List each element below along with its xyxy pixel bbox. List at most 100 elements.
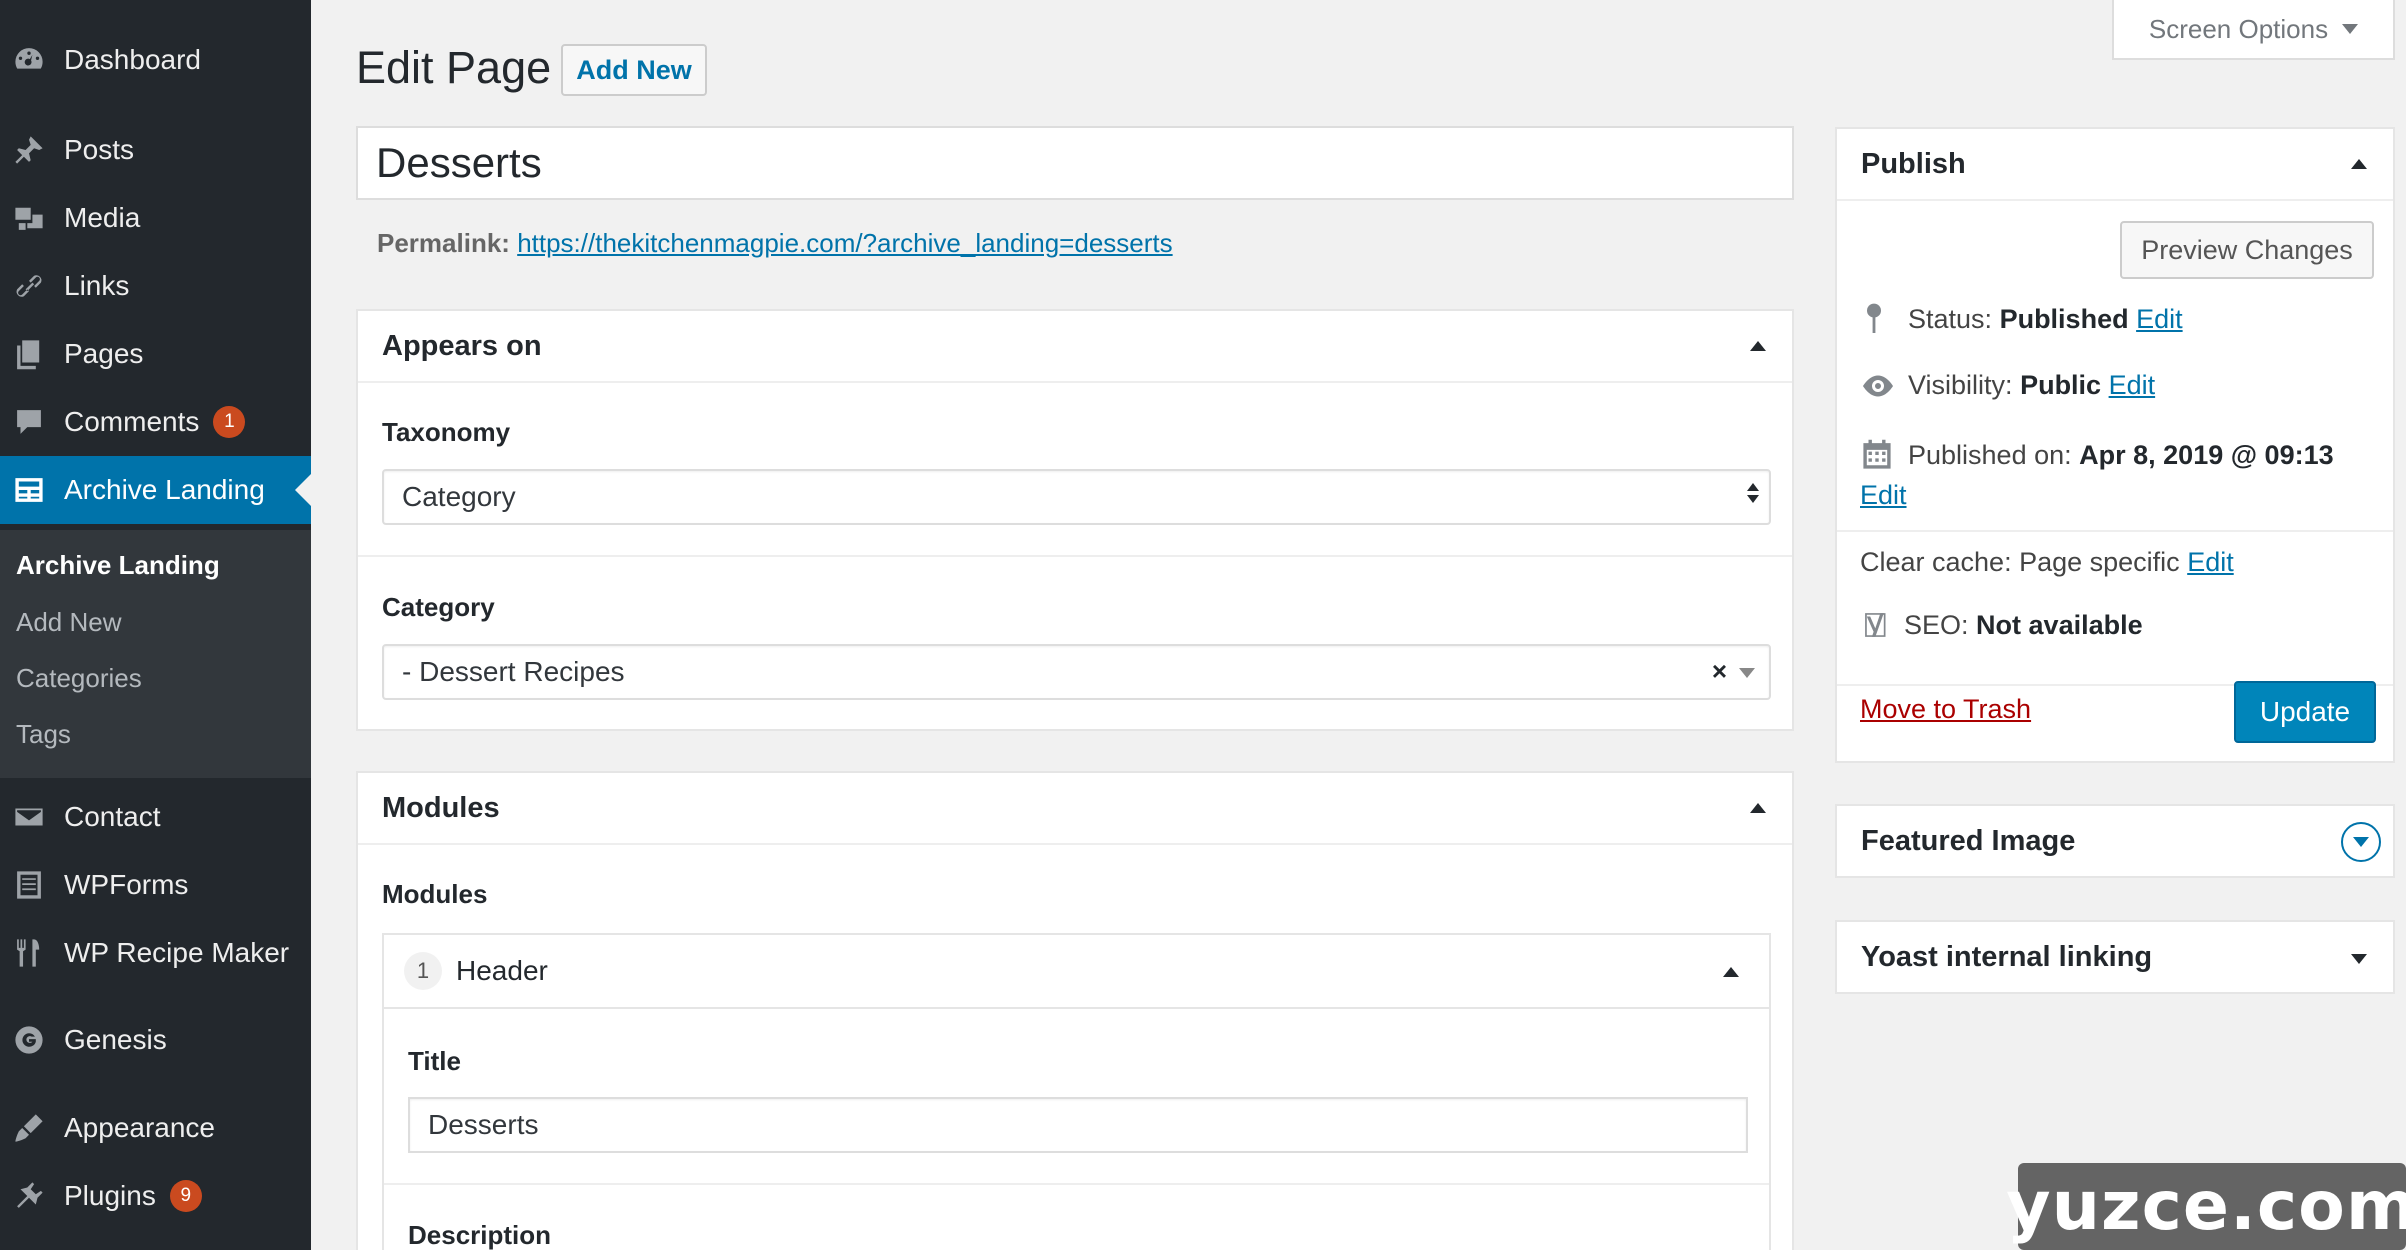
sidebar-item-label: Contact: [64, 801, 161, 832]
add-new-button[interactable]: Add New: [561, 44, 707, 96]
appears-on-box: Appears on Taxonomy Category Category - …: [356, 309, 1794, 731]
sidebar-item-label: Dashboard: [64, 44, 201, 75]
expand-circle-icon[interactable]: [2341, 822, 2381, 862]
permalink-link[interactable]: https://thekitchenmagpie.com/?archive_la…: [517, 228, 1172, 258]
pin-icon: [10, 131, 48, 169]
submenu-add-new[interactable]: Add New: [16, 607, 122, 638]
modules-title: Modules: [382, 791, 500, 824]
visibility-value: Public: [2020, 370, 2102, 400]
table-icon: [10, 471, 48, 509]
pages-icon: [10, 335, 48, 373]
category-select[interactable]: - Dessert Recipes ×: [382, 644, 1771, 700]
pin-icon: [1867, 303, 1881, 333]
chevron-down-icon[interactable]: [1739, 668, 1755, 678]
module-name: Header: [456, 955, 548, 986]
fork-knife-icon: [10, 934, 48, 972]
sidebar-item-genesis[interactable]: Genesis: [0, 1006, 311, 1074]
divider: [1837, 530, 2393, 532]
archive-landing-submenu: Archive Landing Add New Categories Tags: [0, 530, 311, 778]
sidebar-item-label: Genesis: [64, 1024, 167, 1055]
clear-cache-edit-link[interactable]: Edit: [2187, 547, 2234, 578]
publish-header[interactable]: Publish: [1837, 129, 2393, 201]
comment-icon: [10, 403, 48, 441]
seo-row: SEO: Not available: [1860, 608, 2143, 642]
collapse-arrow-icon[interactable]: [1750, 803, 1766, 813]
status-value: Published: [1999, 303, 2129, 334]
screen-options-label: Screen Options: [2148, 13, 2329, 44]
sidebar-item-archive-landing[interactable]: Archive Landing: [0, 456, 311, 524]
update-button[interactable]: Update: [2234, 681, 2376, 743]
seo-value: Not available: [1976, 609, 2143, 640]
yoast-linking-title: Yoast internal linking: [1861, 940, 2153, 973]
divider: [384, 1183, 1769, 1185]
appears-on-header[interactable]: Appears on: [358, 311, 1792, 383]
plugins-count-badge: 9: [169, 1180, 202, 1212]
sidebar-item-appearance[interactable]: Appearance: [0, 1094, 311, 1162]
sidebar-item-plugins[interactable]: Plugins 9: [0, 1162, 311, 1230]
post-title-input[interactable]: Desserts: [356, 126, 1794, 200]
sidebar-item-media[interactable]: Media: [0, 184, 311, 252]
divider: [358, 555, 1792, 557]
yoast-linking-header[interactable]: Yoast internal linking: [1837, 922, 2393, 992]
clear-cache-label: Clear cache: Page specific: [1860, 547, 2180, 577]
form-icon: [10, 866, 48, 904]
expand-arrow-icon[interactable]: [2351, 954, 2367, 964]
yoast-icon: [1865, 613, 1886, 637]
published-on-edit-link[interactable]: Edit: [1860, 480, 1907, 511]
sidebar-item-label: WPForms: [64, 869, 189, 900]
watermark: yuzce.com: [2006, 1163, 2406, 1250]
featured-image-header[interactable]: Featured Image: [1837, 806, 2393, 876]
sidebar-item-label: WP Recipe Maker: [64, 937, 290, 968]
featured-image-title: Featured Image: [1861, 824, 2076, 857]
submenu-categories[interactable]: Categories: [16, 663, 142, 694]
eye-icon: [1863, 375, 1893, 396]
media-icon: [10, 199, 48, 237]
screen-options-button[interactable]: Screen Options: [2112, 0, 2395, 60]
module-item: 1 Header Title Desserts Description: [382, 933, 1771, 1250]
envelope-icon: [10, 798, 48, 836]
move-to-trash-link[interactable]: Move to Trash: [1860, 694, 2031, 725]
collapse-arrow-icon[interactable]: [2351, 159, 2367, 169]
category-select-value: - Dessert Recipes: [402, 656, 625, 687]
sidebar-item-posts[interactable]: Posts: [0, 116, 311, 184]
featured-image-box: Featured Image: [1835, 804, 2395, 878]
module-title-label: Title: [408, 1046, 461, 1076]
status-row: Status: Published Edit: [1860, 302, 2183, 336]
sidebar-item-label: Links: [64, 270, 130, 301]
sidebar-item-dashboard[interactable]: Dashboard: [0, 26, 311, 94]
status-edit-link[interactable]: Edit: [2136, 304, 2183, 335]
module-title-input[interactable]: Desserts: [408, 1097, 1748, 1153]
sidebar-item-label: Appearance: [64, 1112, 216, 1143]
taxonomy-select-value: Category: [402, 481, 516, 512]
taxonomy-label: Taxonomy: [382, 417, 511, 447]
collapse-arrow-icon[interactable]: [1750, 341, 1766, 351]
visibility-edit-link[interactable]: Edit: [2109, 370, 2156, 401]
sidebar-item-label: Media: [64, 202, 141, 233]
sidebar-item-links[interactable]: Links: [0, 252, 311, 320]
permalink-label: Permalink:: [377, 228, 510, 258]
status-label: Status:: [1908, 303, 1993, 334]
modules-label: Modules: [382, 879, 488, 909]
modules-header[interactable]: Modules: [358, 773, 1792, 845]
seo-label: SEO:: [1904, 609, 1969, 640]
calendar-icon: [1863, 439, 1891, 469]
sidebar-item-wpforms[interactable]: WPForms: [0, 851, 311, 919]
sidebar-item-pages[interactable]: Pages: [0, 320, 311, 388]
clear-selection-icon[interactable]: ×: [1712, 656, 1727, 687]
module-header[interactable]: 1 Header: [384, 935, 1769, 1009]
visibility-label: Visibility:: [1908, 370, 2013, 400]
submenu-archive-landing[interactable]: Archive Landing: [16, 550, 220, 581]
taxonomy-select[interactable]: Category: [382, 469, 1771, 525]
sidebar-item-label: Pages: [64, 338, 144, 369]
published-edit-row: Edit: [1860, 480, 1907, 511]
sidebar-item-comments[interactable]: Comments 1: [0, 388, 311, 456]
link-icon: [10, 267, 48, 305]
caret-down-icon: [2342, 24, 2359, 34]
genesis-icon: [10, 1021, 48, 1059]
preview-changes-button[interactable]: Preview Changes: [2120, 221, 2374, 279]
submenu-tags[interactable]: Tags: [16, 719, 71, 750]
admin-sidebar: Dashboard Posts Media Links Pages Commen…: [0, 0, 311, 1250]
sidebar-item-wp-recipe-maker[interactable]: WP Recipe Maker: [0, 919, 311, 987]
sidebar-item-contact[interactable]: Contact: [0, 783, 311, 851]
collapse-arrow-icon[interactable]: [1723, 967, 1739, 977]
